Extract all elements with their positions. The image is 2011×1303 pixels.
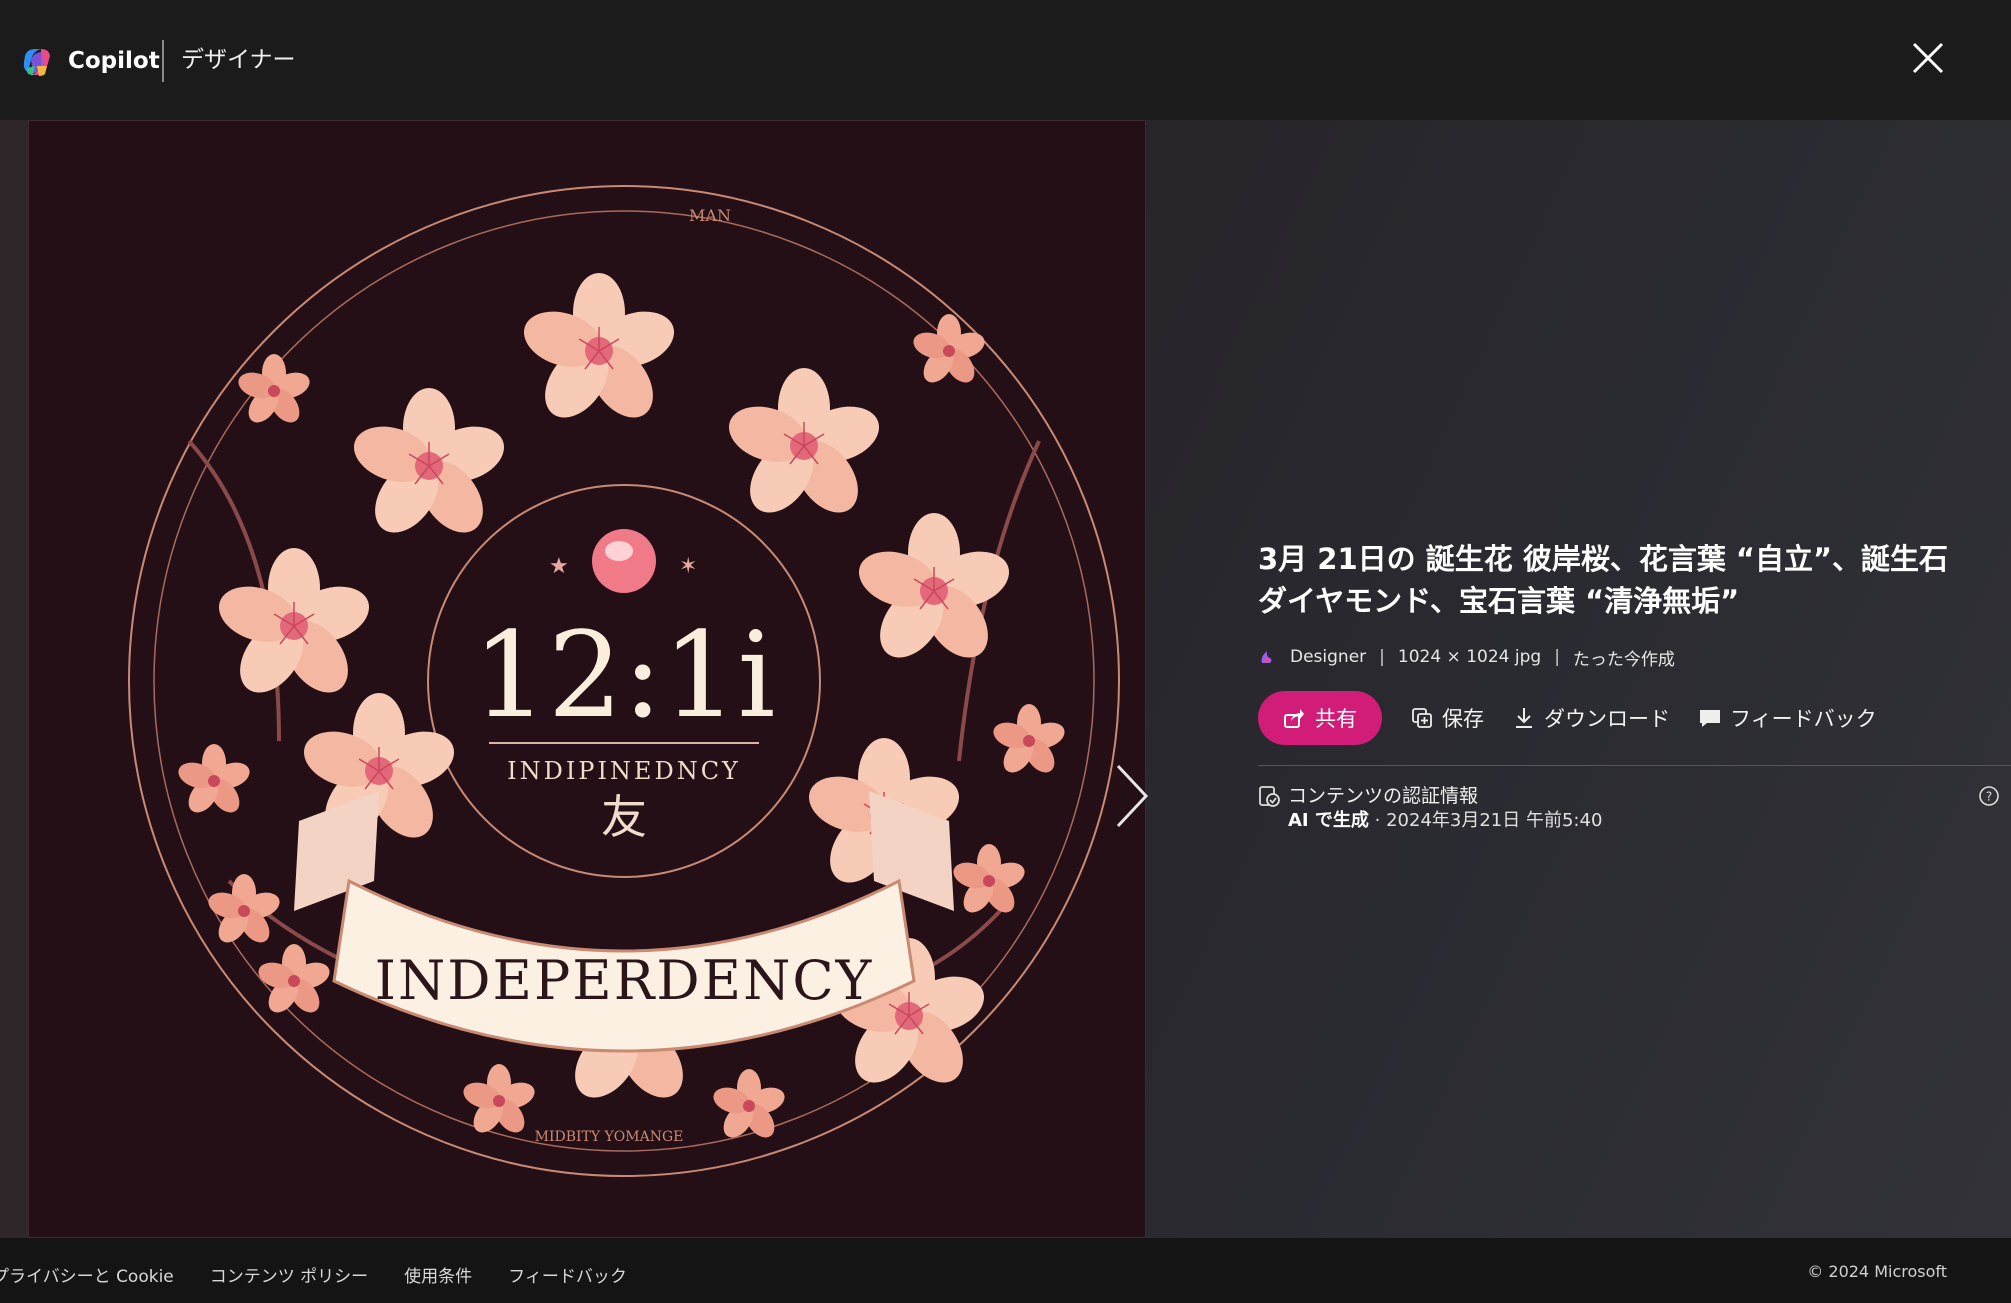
download-icon — [1516, 708, 1532, 728]
content-credentials-icon — [1259, 786, 1280, 807]
credentials-title: コンテンツの認証情報 — [1288, 785, 1479, 807]
help-icon[interactable]: ? — [1978, 785, 2000, 807]
copilot-brand[interactable]: Copilot — [68, 46, 160, 76]
image-ring-top: MAN — [689, 206, 731, 225]
footer: プライバシーと Cookie コンテンツ ポリシー 使用条件 フィードバック ©… — [0, 1238, 2011, 1303]
footer-link-feedback[interactable]: フィードバック — [508, 1262, 627, 1287]
close-icon[interactable] — [1908, 38, 1948, 78]
save-collection-icon — [1412, 708, 1432, 728]
share-label: 共有 — [1315, 707, 1357, 731]
image-kanji: 友 — [601, 790, 647, 844]
footer-links: プライバシーと Cookie コンテンツ ポリシー 使用条件 フィードバック — [0, 1262, 663, 1287]
meta-created: たった今作成 — [1572, 649, 1675, 670]
meta-separator: | — [1554, 647, 1560, 667]
copyright: © 2024 Microsoft — [1807, 1262, 1947, 1281]
image-banner-text: INDEPERDENCY — [375, 949, 874, 1012]
designer-label[interactable]: デザイナー — [181, 45, 296, 75]
top-bar: Copilot デザイナー — [0, 0, 2011, 120]
copilot-logo-icon[interactable] — [19, 44, 55, 80]
image-art: ★ ✶ 12:1i INDIPINEDNCY 友 INDEPERDENCY MA… — [29, 121, 1145, 1237]
credentials-date: · 2024年3月21日 午前5:40 — [1374, 810, 1603, 831]
feedback-label: フィードバック — [1730, 707, 1877, 731]
panel-divider — [1258, 765, 2011, 766]
credentials-detail: AI で生成 · 2024年3月21日 午前5:40 — [1288, 809, 1602, 833]
feedback-icon — [1700, 710, 1720, 727]
footer-link-content-policy[interactable]: コンテンツ ポリシー — [210, 1262, 368, 1287]
svg-text:?: ? — [1986, 790, 1992, 804]
footer-link-privacy[interactable]: プライバシーと Cookie — [0, 1262, 174, 1287]
image-ring-bottom: MIDBITY YOMANGE — [535, 1129, 684, 1145]
next-image-chevron-icon[interactable] — [1112, 762, 1152, 830]
ai-generated-label: AI で生成 — [1288, 810, 1369, 831]
save-label: 保存 — [1442, 707, 1484, 731]
download-label: ダウンロード — [1544, 707, 1670, 731]
meta-size: 1024 × 1024 jpg — [1397, 647, 1542, 667]
svg-text:★: ★ — [549, 554, 569, 579]
download-button[interactable]: ダウンロード — [1512, 703, 1670, 733]
brand-separator — [162, 40, 164, 82]
image-info-panel: 3月 21日の 誕生花 彼岸桜、花言葉 “自立”、誕生石 ダイヤモンド、宝石言葉… — [1258, 120, 2011, 1238]
feedback-button[interactable]: フィードバック — [1698, 703, 1877, 733]
image-numerals: 12:1i — [473, 606, 776, 744]
footer-link-terms[interactable]: 使用条件 — [404, 1262, 472, 1287]
save-button[interactable]: 保存 — [1410, 703, 1484, 733]
svg-text:✶: ✶ — [679, 554, 697, 579]
generated-image[interactable]: ★ ✶ 12:1i INDIPINEDNCY 友 INDEPERDENCY MA… — [28, 120, 1146, 1238]
action-bar: 共有 保存 ダウンロード フィードバック — [1258, 691, 1877, 745]
image-title: 3月 21日の 誕生花 彼岸桜、花言葉 “自立”、誕生石 ダイヤモンド、宝石言葉… — [1258, 542, 1949, 618]
designer-icon — [1261, 651, 1272, 663]
meta-source: Designer — [1290, 647, 1367, 667]
meta-separator: | — [1379, 647, 1385, 667]
previous-image-strip[interactable] — [0, 120, 28, 1238]
share-button[interactable]: 共有 — [1258, 691, 1382, 745]
share-icon — [1284, 709, 1304, 728]
image-meta: Designer | 1024 × 1024 jpg | たった今作成 — [1258, 642, 1675, 672]
viewer-stage: ★ ✶ 12:1i INDIPINEDNCY 友 INDEPERDENCY MA… — [0, 120, 2011, 1238]
image-small-text: INDIPINEDNCY — [507, 757, 741, 785]
